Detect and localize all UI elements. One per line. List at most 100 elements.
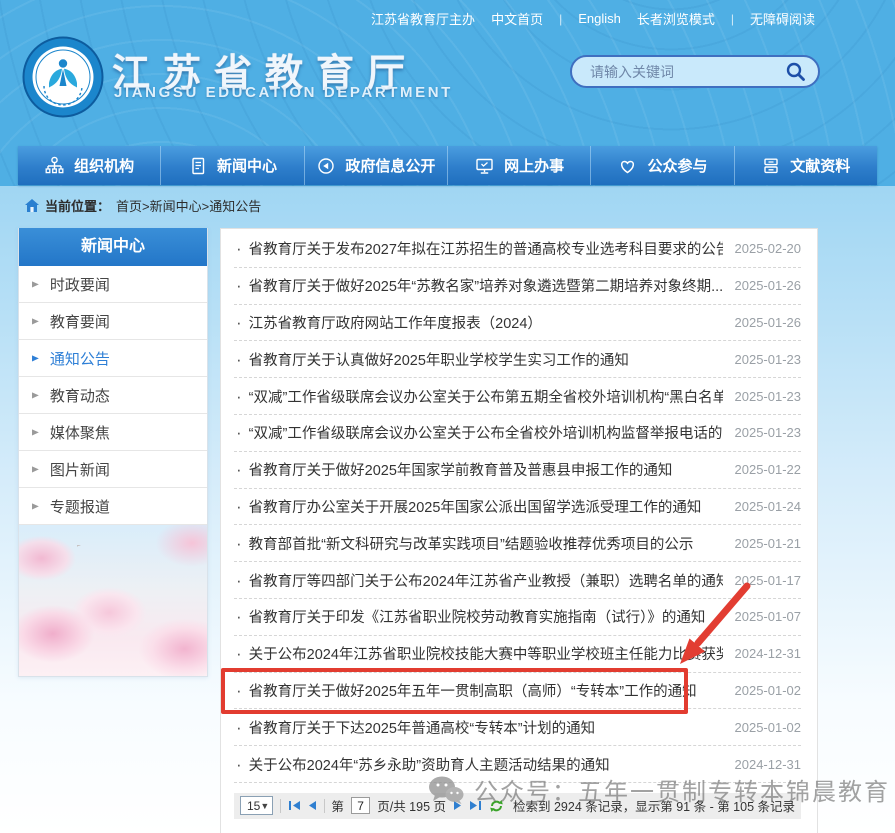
sidebar-item-教育要闻[interactable]: ▶教育要闻	[19, 303, 207, 340]
topbar-link[interactable]: 中文首页	[491, 9, 543, 28]
news-item[interactable]: · 省教育厅关于印发《江苏省职业院校劳动教育实施指南（试行）》的通知 2025-01…	[234, 599, 801, 636]
news-item-title[interactable]: 省教育厅关于做好2025年国家学前教育普及普惠县申报工作的通知	[249, 459, 723, 480]
bullet-icon: ·	[236, 314, 242, 331]
sidebar: 新闻中心 ▶时政要闻▶教育要闻▶通知公告▶教育动态▶媒体聚焦▶图片新闻▶专题报道	[18, 228, 208, 677]
sidebar-item-媒体聚焦[interactable]: ▶媒体聚焦	[19, 414, 207, 451]
nav-item-新闻中心[interactable]: 新闻中心	[161, 146, 304, 185]
news-item-date: 2025-01-07	[735, 609, 802, 624]
org-chart-icon	[44, 156, 65, 176]
education-department-seal-icon	[22, 36, 104, 118]
topbar-link[interactable]: 长者浏览模式	[637, 9, 715, 28]
search-input[interactable]	[572, 57, 785, 86]
breadcrumb-path[interactable]: 首页>新闻中心>通知公告	[116, 196, 261, 215]
news-item-title[interactable]: 省教育厅关于做好2025年“苏教名家”培养对象遴选暨第二期培养对象终期...	[249, 275, 723, 296]
news-item-title[interactable]: “双减”工作省级联席会议办公室关于公布全省校外培训机构监督举报电话的公...	[249, 422, 723, 443]
last-page-button[interactable]	[469, 800, 482, 811]
triangle-marker-icon: ▶	[32, 464, 39, 474]
topbar-link[interactable]: English	[578, 11, 621, 26]
chevron-down-icon: ▼	[260, 801, 269, 811]
first-page-button[interactable]	[288, 800, 301, 811]
nav-item-政府信息公开[interactable]: 政府信息公开	[305, 146, 448, 185]
divider: |	[731, 12, 734, 26]
page-label-prefix: 第	[331, 796, 344, 815]
news-item-title[interactable]: 省教育厅关于发布2027年拟在江苏招生的普通高校专业选考科目要求的公告	[249, 238, 723, 259]
bullet-icon: ·	[236, 498, 242, 515]
page-number-input[interactable]: 7	[351, 797, 370, 814]
news-item[interactable]: ·关于公布2024年“苏乡永助”资助育人主题活动结果的通知2024-12-31	[234, 746, 801, 783]
news-item[interactable]: ·省教育厅关于发布2027年拟在江苏招生的普通高校专业选考科目要求的公告2025…	[234, 231, 801, 268]
triangle-marker-icon: ▶	[32, 390, 39, 400]
search-box	[570, 55, 820, 88]
news-item-title[interactable]: “双减”工作省级联席会议办公室关于公布第五期全省校外培训机构“黑白名单...	[249, 386, 723, 407]
news-item-title[interactable]: 省教育厅办公室关于开展2025年国家公派出国留学选派受理工作的通知	[249, 496, 723, 517]
news-item[interactable]: · 省教育厅关于做好2025年“苏教名家”培养对象遴选暨第二期培养对象终期... 2…	[234, 268, 801, 305]
topbar: 江苏省教育厅主办中文首页|English长者浏览模式|无障碍阅读	[371, 9, 815, 28]
news-item-title[interactable]: 省教育厅关于印发《江苏省职业院校劳动教育实施指南（试行）》的通知	[249, 606, 723, 627]
nav-item-网上办事[interactable]: 网上办事	[448, 146, 591, 185]
sidebar-title: 新闻中心	[19, 228, 207, 266]
news-item-title[interactable]: 江苏省教育厅政府网站工作年度报表（2024）	[249, 312, 723, 333]
bullet-icon: ·	[236, 277, 242, 294]
sidebar-item-label: 时政要闻	[50, 274, 110, 295]
triangle-marker-icon: ▶	[32, 279, 39, 289]
sidebar-item-教育动态[interactable]: ▶教育动态	[19, 377, 207, 414]
sidebar-item-label: 专题报道	[50, 496, 110, 517]
info-disclosure-icon	[316, 156, 336, 176]
news-item-title[interactable]: 省教育厅关于认真做好2025年职业学校学生实习工作的通知	[249, 349, 723, 370]
news-item-highlighted[interactable]: ·省教育厅关于做好2025年五年一贯制高职（高师）“专转本”工作的通知2025-…	[234, 673, 801, 710]
triangle-marker-icon: ▶	[32, 501, 39, 511]
next-page-button[interactable]	[453, 800, 462, 811]
news-item-title[interactable]: 省教育厅关于下达2025年普通高校“专转本”计划的通知	[249, 717, 723, 738]
news-item[interactable]: ·“双减”工作省级联席会议办公室关于公布全省校外培训机构监督举报电话的公...2…	[234, 415, 801, 452]
search-icon[interactable]	[785, 61, 806, 82]
news-icon	[188, 156, 208, 176]
news-item[interactable]: · 关于公布2024年江苏省职业院校技能大赛中等职业学校班主任能力比赛获奖... 2…	[234, 636, 801, 673]
news-item-date: 2025-01-26	[735, 278, 802, 293]
nav-item-文献资料[interactable]: 文献资料	[735, 146, 877, 185]
news-item-date: 2024-12-31	[735, 646, 802, 661]
archive-icon	[761, 156, 781, 176]
prev-page-button[interactable]	[308, 800, 317, 811]
records-summary: 检索到 2924 条记录，显示第 91 条 - 第 105 条记录	[513, 796, 795, 815]
topbar-link[interactable]: 江苏省教育厅主办	[371, 9, 475, 28]
news-item[interactable]: ·省教育厅关于认真做好2025年职业学校学生实习工作的通知2025-01-23	[234, 341, 801, 378]
topbar-link[interactable]: 无障碍阅读	[750, 9, 815, 28]
bullet-icon: ·	[236, 608, 242, 625]
sidebar-item-时政要闻[interactable]: ▶ 时政要闻	[19, 266, 207, 303]
bullet-icon: ·	[236, 388, 242, 405]
triangle-marker-icon: ▶	[32, 316, 39, 326]
sidebar-item-通知公告[interactable]: ▶ 通知公告	[19, 340, 207, 377]
breadcrumb-label: 当前位置：	[45, 196, 110, 215]
refresh-icon[interactable]	[489, 799, 504, 813]
news-item[interactable]: ·省教育厅关于下达2025年普通高校“专转本”计划的通知2025-01-02	[234, 709, 801, 746]
news-item[interactable]: · “双减”工作省级联席会议办公室关于公布第五期全省校外培训机构“黑白名单... 2…	[234, 378, 801, 415]
online-service-icon	[474, 156, 495, 176]
news-item[interactable]: ·教育部首批“新文科研究与改革实践项目”结题验收推荐优秀项目的公示2025-01…	[234, 525, 801, 562]
site-logo[interactable]	[22, 36, 104, 118]
news-item-title[interactable]: 关于公布2024年“苏乡永助”资助育人主题活动结果的通知	[249, 754, 723, 775]
nav-item-组织机构[interactable]: 组织机构	[18, 146, 161, 185]
news-item-title[interactable]: 省教育厅等四部门关于公布2024年江苏省产业教授（兼职）选聘名单的通知	[249, 570, 723, 591]
page-label-suffix: 页/共 195 页	[377, 796, 446, 815]
news-item[interactable]: ·江苏省教育厅政府网站工作年度报表（2024）2025-01-26	[234, 305, 801, 342]
news-item[interactable]: ·省教育厅关于做好2025年国家学前教育普及普惠县申报工作的通知2025-01-…	[234, 452, 801, 489]
news-item-title[interactable]: 关于公布2024年江苏省职业院校技能大赛中等职业学校班主任能力比赛获奖...	[249, 643, 723, 664]
news-item-date: 2025-01-02	[735, 683, 802, 698]
sidebar-item-专题报道[interactable]: ▶ 专题报道	[19, 488, 207, 525]
page-size-select[interactable]: 15 ▼	[240, 796, 273, 815]
news-item[interactable]: ·省教育厅等四部门关于公布2024年江苏省产业教授（兼职）选聘名单的通知2025…	[234, 562, 801, 599]
sidebar-item-label: 通知公告	[50, 348, 110, 369]
sidebar-item-图片新闻[interactable]: ▶图片新闻	[19, 451, 207, 488]
triangle-marker-icon: ▶	[32, 353, 39, 363]
nav-item-公众参与[interactable]: 公众参与	[591, 146, 734, 185]
news-item-date: 2025-01-23	[735, 389, 802, 404]
news-item[interactable]: ·省教育厅办公室关于开展2025年国家公派出国留学选派受理工作的通知2025-0…	[234, 489, 801, 526]
news-item-title[interactable]: 教育部首批“新文科研究与改革实践项目”结题验收推荐优秀项目的公示	[249, 533, 723, 554]
news-item-date: 2025-02-20	[735, 241, 802, 256]
news-item-title[interactable]: 省教育厅关于做好2025年五年一贯制高职（高师）“专转本”工作的通知	[249, 680, 723, 701]
bullet-icon: ·	[236, 645, 242, 662]
pagination-bar: 15 ▼ 第 7 页/共 195 页 检索到 2924 条记录，显示第	[234, 793, 801, 819]
news-item-date: 2025-01-22	[735, 462, 802, 477]
news-item-date: 2025-01-23	[735, 425, 802, 440]
news-item-date: 2025-01-21	[735, 536, 802, 551]
